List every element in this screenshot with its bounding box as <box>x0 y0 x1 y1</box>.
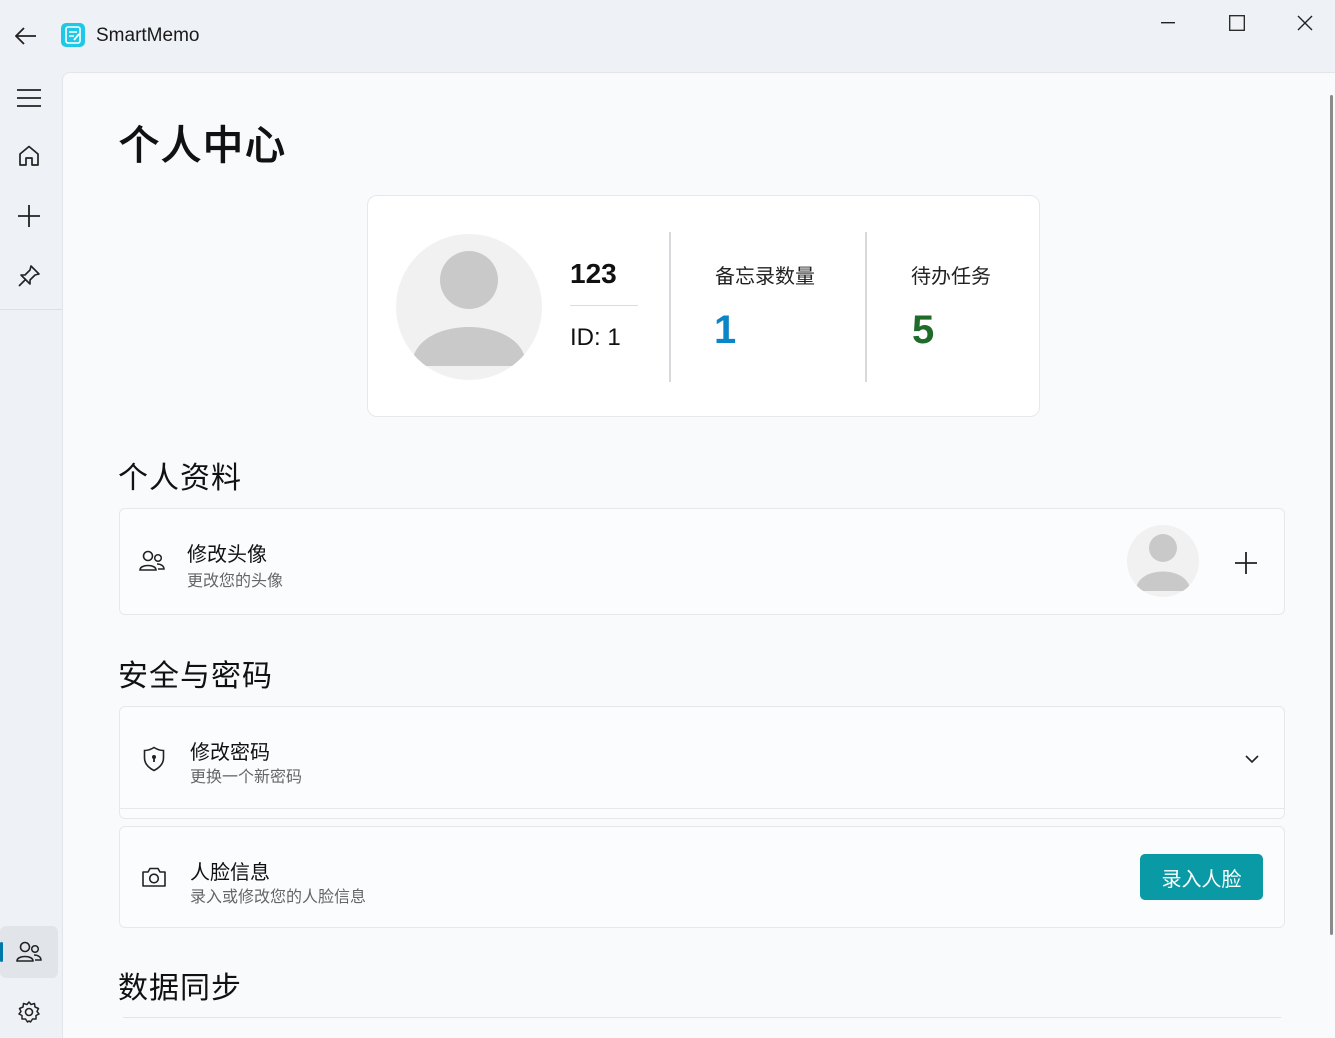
active-indicator <box>0 942 3 962</box>
memo-count-value: 1 <box>714 308 737 352</box>
sidebar-item-profile[interactable] <box>0 926 58 978</box>
change-password-title: 修改密码 <box>190 742 270 764</box>
maximize-icon[interactable] <box>1214 8 1260 38</box>
user-name: 123 <box>570 258 617 289</box>
change-password-subtitle: 更换一个新密码 <box>190 769 303 786</box>
settings-gear-icon[interactable] <box>0 986 58 1038</box>
title-bar: SmartMemo <box>0 0 1335 72</box>
change-password-card[interactable]: 修改密码 更换一个新密码 <box>119 706 1285 819</box>
page-title: 个人中心 <box>119 124 287 168</box>
back-arrow-icon[interactable] <box>8 20 44 52</box>
section-title-personal: 个人资料 <box>118 462 242 495</box>
profile-card: 123 ID: 1 备忘录数量 1 待办任务 5 <box>367 195 1040 417</box>
face-info-subtitle: 录入或修改您的人脸信息 <box>190 889 367 906</box>
pin-icon[interactable] <box>0 250 58 302</box>
app-logo-icon <box>60 22 86 48</box>
enroll-face-button[interactable]: 录入人脸 <box>1140 854 1263 900</box>
stat-divider <box>669 232 671 382</box>
shield-icon <box>140 745 168 773</box>
add-icon[interactable] <box>0 190 58 242</box>
close-icon[interactable] <box>1282 8 1328 38</box>
section-title-security: 安全与密码 <box>118 660 273 693</box>
change-avatar-title: 修改头像 <box>187 544 267 566</box>
memo-count-label: 备忘录数量 <box>715 266 815 288</box>
user-avatar[interactable] <box>396 234 542 380</box>
add-avatar-button[interactable] <box>1228 545 1264 581</box>
scrollbar[interactable] <box>1330 95 1333 935</box>
home-icon[interactable] <box>0 130 58 182</box>
section-divider <box>123 1017 1281 1018</box>
people-icon <box>16 941 42 962</box>
app-title: SmartMemo <box>96 25 200 46</box>
face-info-card: 人脸信息 录入或修改您的人脸信息 录入人脸 <box>119 826 1285 928</box>
minimize-icon[interactable] <box>1145 8 1191 38</box>
stat-divider <box>865 232 867 382</box>
change-avatar-subtitle: 更改您的头像 <box>187 573 284 590</box>
face-info-title: 人脸信息 <box>190 862 270 884</box>
sidebar <box>0 72 62 1038</box>
card-divider <box>120 808 1284 809</box>
todo-count-value: 5 <box>912 308 935 352</box>
user-id: ID: 1 <box>570 324 621 351</box>
name-divider <box>570 305 638 306</box>
camera-icon <box>140 863 168 891</box>
plus-icon <box>1235 552 1257 574</box>
change-avatar-card[interactable]: 修改头像 更改您的头像 <box>119 508 1285 615</box>
main-content: 个人中心 123 ID: 1 备忘录数量 1 待办任务 5 个人资料 修改头像 … <box>62 72 1335 1038</box>
chevron-down-icon[interactable] <box>1238 745 1266 773</box>
todo-count-label: 待办任务 <box>911 266 991 288</box>
section-title-sync: 数据同步 <box>118 972 242 1005</box>
sidebar-divider <box>0 309 62 310</box>
people-icon <box>138 547 166 575</box>
avatar-preview <box>1127 525 1199 597</box>
hamburger-menu-icon[interactable] <box>0 72 58 124</box>
